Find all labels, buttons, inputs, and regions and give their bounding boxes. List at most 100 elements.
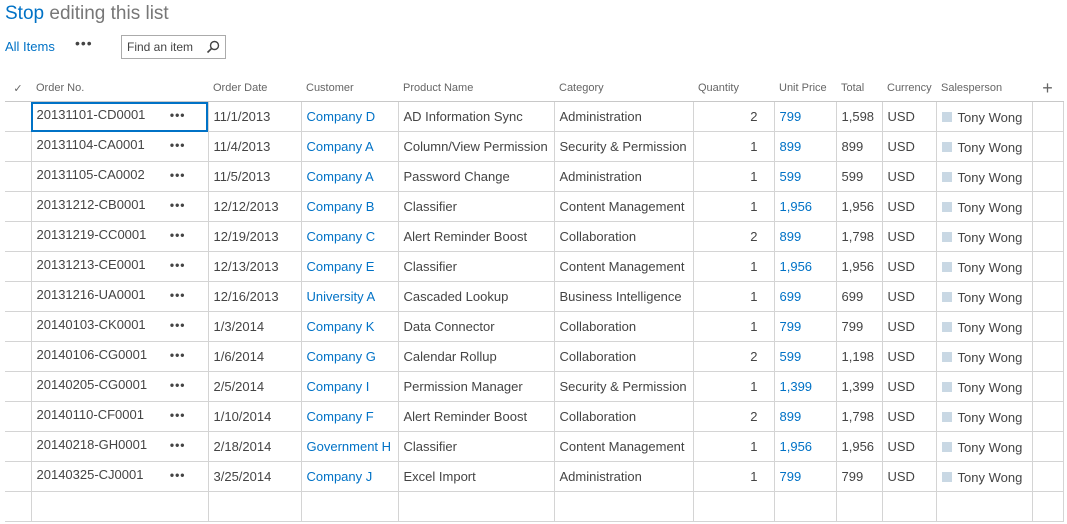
customer-link[interactable]: Government H [307,439,392,454]
cell-order-no[interactable]: 20140110-CF0001 ••• [30,401,209,432]
cell-total[interactable]: 899 [835,131,883,162]
cell-product-name[interactable]: Alert Reminder Boost [397,221,555,252]
empty-cell[interactable] [5,491,32,522]
cell-product-name[interactable]: Alert Reminder Boost [397,401,555,432]
cell-product-name[interactable]: Cascaded Lookup [397,281,555,312]
row-menu-ellipsis-icon[interactable]: ••• [170,229,186,241]
column-header-salesperson[interactable]: Salesperson [936,75,1032,102]
cell-category[interactable]: Administration [553,161,694,192]
cell-total[interactable]: 1,956 [835,191,883,222]
empty-cell[interactable] [835,491,883,522]
customer-link[interactable]: Company A [307,139,374,154]
cell-quantity[interactable]: 1 [692,311,775,342]
row-select-cell[interactable] [5,251,32,282]
salesperson-name[interactable]: Tony Wong [958,470,1023,485]
empty-cell[interactable] [207,491,302,522]
cell-total[interactable]: 799 [835,461,883,492]
cell-order-no[interactable]: 20140103-CK0001 ••• [30,311,209,342]
cell-unit-price[interactable]: 1,956 [773,431,837,462]
cell-currency[interactable]: USD [881,101,937,132]
cell-unit-price[interactable]: 799 [773,101,837,132]
unit-price-link[interactable]: 799 [780,109,802,124]
customer-link[interactable]: Company E [307,259,375,274]
row-menu-ellipsis-icon[interactable]: ••• [170,109,186,121]
cell-order-no[interactable]: 20131212-CB0001 ••• [30,191,209,222]
row-select-cell[interactable] [5,311,32,342]
cell-total[interactable]: 699 [835,281,883,312]
cell-currency[interactable]: USD [881,461,937,492]
cell-product-name[interactable]: AD Information Sync [397,101,555,132]
cell-total[interactable]: 1,956 [835,251,883,282]
unit-price-link[interactable]: 899 [780,139,802,154]
cell-order-no[interactable]: 20140218-GH0001 ••• [30,431,209,462]
row-menu-ellipsis-icon[interactable]: ••• [170,139,186,151]
cell-customer[interactable]: Company A [300,131,399,162]
search-input[interactable] [122,36,207,58]
column-header-quantity[interactable]: Quantity [693,75,774,102]
cell-salesperson[interactable]: Tony Wong [935,161,1033,192]
row-menu-ellipsis-icon[interactable]: ••• [170,439,186,451]
empty-cell[interactable] [300,491,399,522]
cell-currency[interactable]: USD [881,161,937,192]
cell-quantity[interactable]: 2 [692,401,775,432]
cell-salesperson[interactable]: Tony Wong [935,311,1033,342]
salesperson-name[interactable]: Tony Wong [958,380,1023,395]
cell-category[interactable]: Administration [553,461,694,492]
column-header-total[interactable]: Total [836,75,882,102]
cell-category[interactable]: Administration [553,101,694,132]
salesperson-name[interactable]: Tony Wong [958,440,1023,455]
stop-editing-link[interactable]: Stop [5,3,44,24]
cell-quantity[interactable]: 1 [692,281,775,312]
cell-unit-price[interactable]: 699 [773,281,837,312]
cell-salesperson[interactable]: Tony Wong [935,281,1033,312]
unit-price-link[interactable]: 1,956 [780,259,813,274]
cell-currency[interactable]: USD [881,281,937,312]
cell-salesperson[interactable]: Tony Wong [935,191,1033,222]
table-row[interactable]: 20131216-UA0001 ••• 12/16/2013 University A… [5,281,1064,312]
cell-product-name[interactable]: Calendar Rollup [397,341,555,372]
cell-order-date[interactable]: 2/18/2014 [207,431,302,462]
cell-category[interactable]: Content Management [553,251,694,282]
row-select-cell[interactable] [5,191,32,222]
row-menu-ellipsis-icon[interactable]: ••• [170,259,186,271]
cell-salesperson[interactable]: Tony Wong [935,461,1033,492]
table-row[interactable]: 20140325-CJ0001 ••• 3/25/2014 Company J Exce… [5,461,1064,492]
cell-product-name[interactable]: Permission Manager [397,371,555,402]
customer-link[interactable]: University A [307,289,376,304]
cell-unit-price[interactable]: 899 [773,131,837,162]
cell-order-no[interactable]: 20131213-CE0001 ••• [30,251,209,282]
column-header-currency[interactable]: Currency [882,75,936,102]
cell-customer[interactable]: Company I [300,371,399,402]
empty-cell[interactable] [30,491,209,522]
cell-currency[interactable]: USD [881,251,937,282]
cell-unit-price[interactable]: 599 [773,341,837,372]
cell-category[interactable]: Collaboration [553,401,694,432]
cell-salesperson[interactable]: Tony Wong [935,431,1033,462]
cell-order-no[interactable]: 20140205-CG0001 ••• [30,371,209,402]
cell-order-no[interactable]: 20131101-CD0001 ••• [30,101,209,132]
cell-category[interactable]: Collaboration [553,341,694,372]
salesperson-name[interactable]: Tony Wong [958,350,1023,365]
table-row[interactable]: 20140110-CF0001 ••• 1/10/2014 Company F Aler… [5,401,1064,432]
unit-price-link[interactable]: 699 [780,289,802,304]
unit-price-link[interactable]: 1,399 [780,379,813,394]
cell-order-no[interactable]: 20131219-CC0001 ••• [30,221,209,252]
row-select-cell[interactable] [5,101,32,132]
cell-currency[interactable]: USD [881,431,937,462]
cell-salesperson[interactable]: Tony Wong [935,371,1033,402]
cell-quantity[interactable]: 2 [692,101,775,132]
cell-currency[interactable]: USD [881,311,937,342]
cell-product-name[interactable]: Classifier [397,431,555,462]
unit-price-link[interactable]: 1,956 [780,439,813,454]
cell-order-date[interactable]: 12/13/2013 [207,251,302,282]
table-row[interactable]: 20140103-CK0001 ••• 1/3/2014 Company K Data … [5,311,1064,342]
unit-price-link[interactable]: 1,956 [780,199,813,214]
cell-order-no[interactable]: 20131104-CA0001 ••• [30,131,209,162]
row-menu-ellipsis-icon[interactable]: ••• [170,169,186,181]
salesperson-name[interactable]: Tony Wong [958,110,1023,125]
cell-order-date[interactable]: 11/4/2013 [207,131,302,162]
cell-unit-price[interactable]: 1,956 [773,191,837,222]
cell-unit-price[interactable]: 899 [773,401,837,432]
cell-order-date[interactable]: 12/19/2013 [207,221,302,252]
column-header-category[interactable]: Category [554,75,693,102]
